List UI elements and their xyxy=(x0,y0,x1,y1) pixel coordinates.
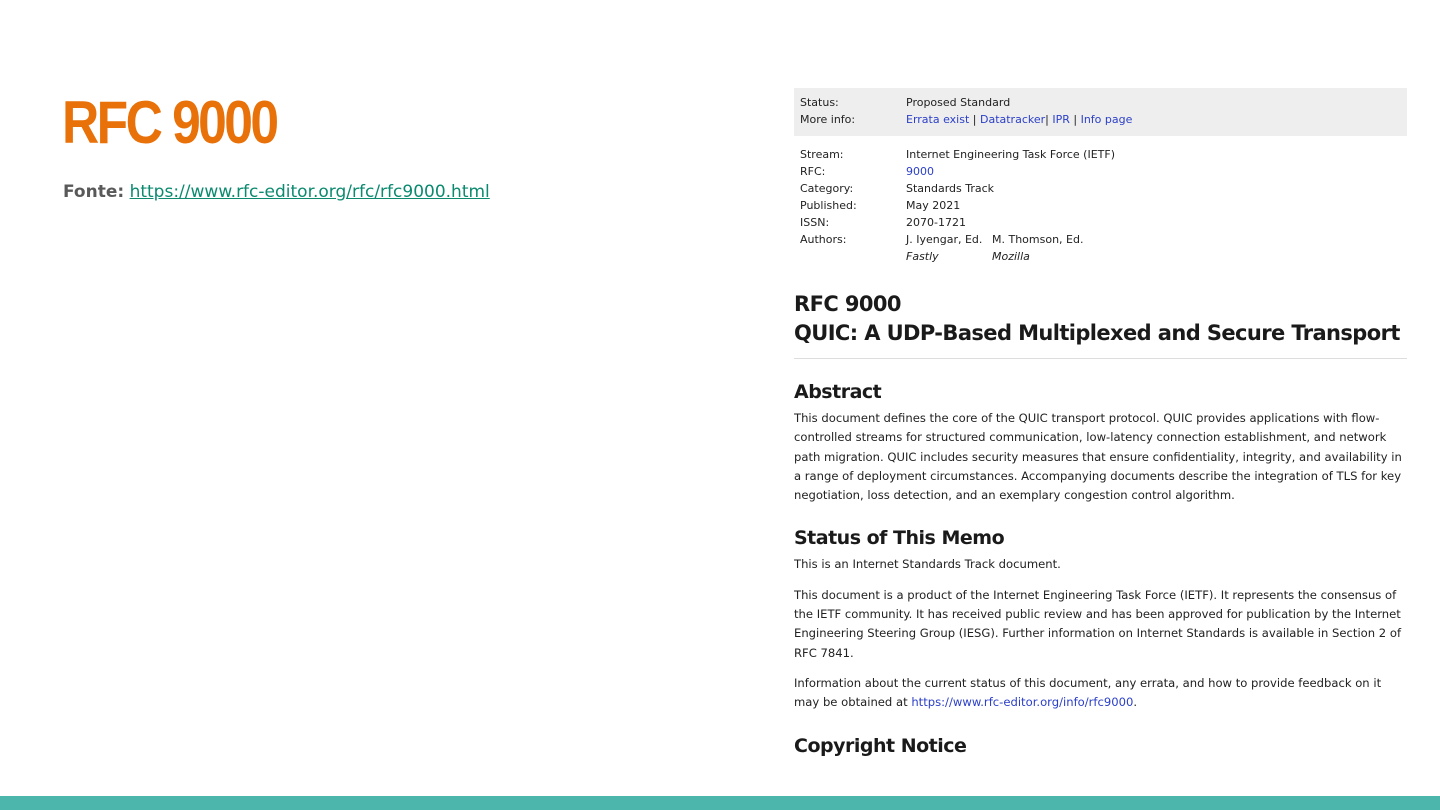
errata-link[interactable]: Errata exist xyxy=(906,113,969,126)
issn-value: 2070-1721 xyxy=(906,216,966,229)
datatracker-link[interactable]: Datatracker xyxy=(980,113,1045,126)
status-memo-p1: This is an Internet Standards Track docu… xyxy=(794,557,1061,572)
rfc-row: RFC: 9000 xyxy=(800,163,1401,180)
more-info-row: More info: Errata exist | Datatracker| I… xyxy=(800,113,1133,126)
slide-title: RFC 9000 xyxy=(62,89,279,156)
rfc-info-link[interactable]: https://www.rfc-editor.org/info/rfc9000 xyxy=(911,695,1133,709)
issn-key: ISSN: xyxy=(800,216,830,229)
abstract-heading: Abstract xyxy=(794,381,882,403)
authors-key: Authors: xyxy=(800,233,847,246)
stream-key: Stream: xyxy=(800,148,844,161)
ipr-link[interactable]: IPR xyxy=(1052,113,1070,126)
abstract-text: This document defines the core of the QU… xyxy=(794,411,1402,503)
rfc-key: RFC: xyxy=(800,165,826,178)
info-page-link[interactable]: Info page xyxy=(1081,113,1133,126)
status-memo-p2: This document is a product of the Intern… xyxy=(794,587,1402,660)
rfc-info-box: Status: Proposed Standard More info: Err… xyxy=(794,88,1407,136)
rfc-meta-block: Stream: Internet Engineering Task Force … xyxy=(794,136,1407,265)
status-memo-p3: Information about the current status of … xyxy=(794,674,1407,713)
source-line: Fonte: https://www.rfc-editor.org/rfc/rf… xyxy=(63,182,490,202)
bottom-accent-bar xyxy=(0,796,1440,810)
issn-row: ISSN: 2070-1721 xyxy=(800,214,1401,231)
copyright-heading: Copyright Notice xyxy=(794,734,967,757)
author-name: J. Iyengar, Ed. xyxy=(906,233,983,246)
rfc-number-link[interactable]: 9000 xyxy=(906,165,934,178)
published-value: May 2021 xyxy=(906,199,961,212)
status-row: Status: Proposed Standard xyxy=(800,94,1401,111)
status-memo-p3-end: . xyxy=(1133,695,1138,710)
author-name: M. Thomson, Ed. xyxy=(992,233,1084,246)
document-title: RFC 9000 QUIC: A UDP-Based Multiplexed a… xyxy=(794,290,1407,348)
author-org: Fastly xyxy=(906,250,939,263)
status-memo-heading: Status of This Memo xyxy=(794,527,1005,550)
category-value: Standards Track xyxy=(906,182,995,195)
authors-org-row: Fastly Mozilla xyxy=(800,248,1401,265)
stream-value: Internet Engineering Task Force (IETF) xyxy=(906,148,1115,161)
more-info-key: More info: xyxy=(800,113,856,126)
status-key: Status: xyxy=(800,96,839,109)
category-row: Category: Standards Track xyxy=(800,180,1401,197)
authors-row: Authors: J. Iyengar, Ed. M. Thomson, Ed. xyxy=(800,231,1401,248)
status-value: Proposed Standard xyxy=(906,96,1011,109)
source-link[interactable]: https://www.rfc-editor.org/rfc/rfc9000.h… xyxy=(130,182,490,202)
rfc-screenshot: Status: Proposed Standard More info: Err… xyxy=(794,88,1407,768)
category-key: Category: xyxy=(800,182,854,195)
source-label: Fonte: xyxy=(63,182,125,202)
published-row: Published: May 2021 xyxy=(800,197,1401,214)
divider xyxy=(794,358,1407,359)
published-key: Published: xyxy=(800,199,857,212)
document-number: RFC 9000 xyxy=(794,292,901,316)
stream-row: Stream: Internet Engineering Task Force … xyxy=(800,146,1401,163)
author-org: Mozilla xyxy=(992,250,1030,263)
document-name: QUIC: A UDP-Based Multiplexed and Secure… xyxy=(794,321,1400,345)
